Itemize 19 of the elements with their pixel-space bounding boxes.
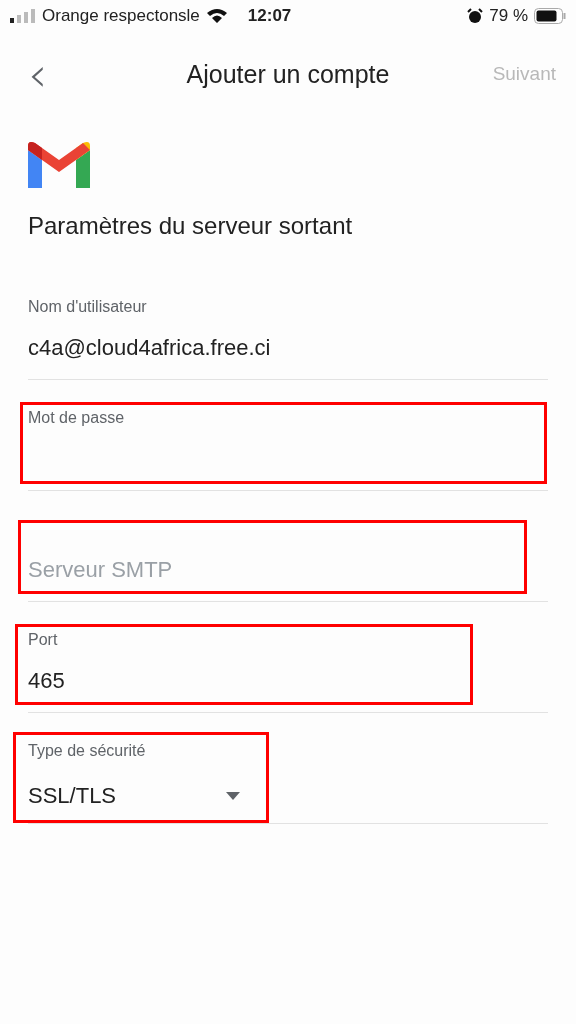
battery-icon [534, 8, 566, 24]
screen-title: Ajouter un compte [186, 59, 390, 89]
field-label: Mot de passe [28, 409, 125, 427]
wifi-icon [205, 8, 228, 24]
alarm-icon [467, 8, 484, 24]
battery-percent: 79 % [489, 6, 528, 26]
input-field[interactable]: c4a@cloud4africa.free.ci [28, 335, 271, 361]
field-label: Port [28, 631, 58, 649]
section-heading: Paramètres du serveur sortant [28, 212, 354, 240]
security-dropdown[interactable]: SSL/TLS [28, 783, 248, 809]
clock-time: 12:07 [247, 6, 292, 26]
carrier-name: Orange respectonsle [42, 6, 200, 26]
back-button[interactable]: ‹ [20, 50, 56, 98]
dropdown-caret-icon [226, 792, 240, 800]
mail-logo-icon [28, 142, 90, 188]
field-label: Nom d'utilisateur [28, 298, 147, 316]
field-label: Type de sécurité [28, 742, 146, 760]
input-field[interactable]: 465 [28, 668, 65, 694]
signal-icon [10, 9, 36, 23]
